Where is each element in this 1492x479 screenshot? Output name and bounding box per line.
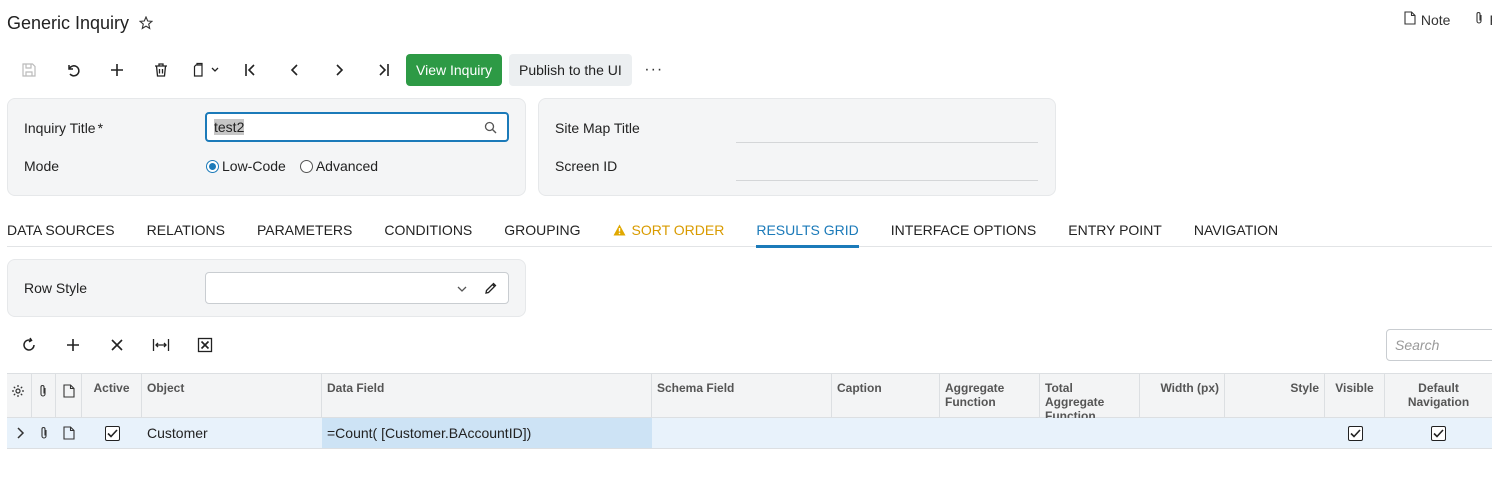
checkbox-checked-icon [104,425,120,441]
grid-toolbar [7,329,227,361]
document-icon [1404,11,1416,28]
header-actions: Note F [1404,11,1492,28]
mode-radio-group: Low-Code Advanced [206,158,378,174]
next-record-icon[interactable] [317,54,361,86]
page-title: Generic Inquiry [7,12,130,33]
inquiry-title-label: Inquiry Title * [24,120,104,136]
tab-parameters[interactable]: PARAMETERS [257,216,352,247]
tab-entry-point[interactable]: ENTRY POINT [1068,216,1162,247]
site-map-panel: Site Map Title Screen ID [538,98,1056,196]
note-button[interactable]: Note [1404,11,1451,28]
column-header-width[interactable]: Width (px) [1140,374,1225,417]
site-map-title-field[interactable] [736,142,1038,143]
screen-id-field[interactable] [736,180,1038,181]
inquiry-title-value: test2 [214,119,245,135]
row-attachment-icon[interactable] [32,418,56,448]
row-style-label: Row Style [24,280,88,296]
tab-results-grid[interactable]: RESULTS GRID [756,216,860,248]
undo-icon[interactable] [51,54,95,86]
schema-field-cell[interactable] [652,418,832,448]
checkbox-checked-icon [1431,425,1446,441]
favorite-star-icon[interactable] [138,15,154,30]
column-header-default-navigation[interactable]: Default Navigation [1385,374,1492,417]
checkbox-checked-icon [1347,425,1363,441]
edit-pencil-icon[interactable] [484,281,498,298]
width-cell[interactable] [1140,418,1225,448]
row-style-select[interactable] [205,272,509,304]
total-aggregate-function-cell[interactable] [1040,418,1140,448]
delete-icon[interactable] [139,54,183,86]
column-header-schema-field[interactable]: Schema Field [652,374,832,417]
delete-row-icon[interactable] [95,329,139,361]
row-note-icon[interactable] [56,418,82,448]
column-header-visible[interactable]: Visible [1325,374,1385,417]
view-inquiry-button[interactable]: View Inquiry [406,54,503,86]
more-actions-button[interactable]: ··· [632,54,676,86]
radio-selected-icon [206,159,219,173]
default-navigation-checkbox[interactable] [1385,418,1492,448]
first-record-icon[interactable] [229,54,273,86]
mode-option-low-code[interactable]: Low-Code [206,158,286,174]
grid-search-input[interactable]: Search [1386,329,1492,361]
mode-label: Mode [24,158,60,174]
previous-record-icon[interactable] [273,54,317,86]
note-label: Note [1420,11,1451,28]
tab-conditions[interactable]: CONDITIONS [384,216,472,247]
copy-paste-icon[interactable] [183,54,229,86]
mode-option-advanced[interactable]: Advanced [299,158,378,174]
save-icon[interactable] [7,54,51,86]
tab-relations[interactable]: RELATIONS [147,216,225,247]
main-toolbar: View Inquiry Publish to the UI ··· [7,54,676,86]
visible-checkbox[interactable] [1325,418,1385,448]
search-placeholder: Search [1395,337,1440,353]
grid-header: Active Object Data Field Schema Field Ca… [7,373,1492,423]
settings-gear-icon[interactable] [7,374,32,417]
expand-row-chevron-icon[interactable] [7,418,32,448]
last-record-icon[interactable] [361,54,405,86]
files-button[interactable]: F [1474,11,1492,28]
refresh-icon[interactable] [7,329,51,361]
column-header-caption[interactable]: Caption [832,374,940,417]
warning-icon [613,223,626,239]
column-header-data-field[interactable]: Data Field [322,374,652,417]
title-row: Generic Inquiry [7,11,154,35]
tab-grouping[interactable]: GROUPING [504,216,580,247]
note-column-icon [56,374,82,417]
tab-navigation[interactable]: NAVIGATION [1194,216,1278,247]
data-field-cell[interactable]: =Count( [Customer.BAccountID]) [322,418,652,448]
column-header-object[interactable]: Object [142,374,322,417]
tab-sort-order[interactable]: SORT ORDER [613,216,724,247]
inquiry-title-input[interactable]: test2 [205,112,509,142]
publish-to-ui-button[interactable]: Publish to the UI [509,54,632,86]
add-row-icon[interactable] [51,329,95,361]
active-checkbox[interactable] [82,418,142,448]
site-map-title-label: Site Map Title [555,120,640,136]
summary-panel: Inquiry Title * test2 Mode Low-Code Advan… [7,98,526,196]
chevron-down-icon[interactable] [456,282,468,298]
radio-unselected-icon [299,159,313,173]
tab-data-sources[interactable]: DATA SOURCES [7,216,115,247]
attachment-column-icon [32,374,56,417]
fit-columns-icon[interactable] [139,329,183,361]
object-cell[interactable]: Customer [142,418,322,448]
column-header-total-aggregate-function[interactable]: Total Aggregate Function [1040,374,1140,423]
aggregate-function-cell[interactable] [940,418,1040,448]
search-icon[interactable] [484,121,497,137]
tab-bar: DATA SOURCES RELATIONS PARAMETERS CONDIT… [7,216,1492,248]
column-header-style[interactable]: Style [1225,374,1325,417]
caption-cell[interactable] [832,418,940,448]
table-row[interactable]: Customer =Count( [Customer.BAccountID]) [7,418,1492,449]
add-icon[interactable] [95,54,139,86]
style-cell[interactable] [1225,418,1325,448]
results-grid: Active Object Data Field Schema Field Ca… [7,373,1492,449]
column-header-active[interactable]: Active [82,374,142,417]
tab-interface-options[interactable]: INTERFACE OPTIONS [891,216,1036,247]
export-excel-icon[interactable] [183,329,227,361]
screen-id-label: Screen ID [555,158,618,174]
column-header-aggregate-function[interactable]: Aggregate Function [940,374,1040,417]
row-style-panel: Row Style [7,259,526,317]
paperclip-icon [1474,11,1484,28]
